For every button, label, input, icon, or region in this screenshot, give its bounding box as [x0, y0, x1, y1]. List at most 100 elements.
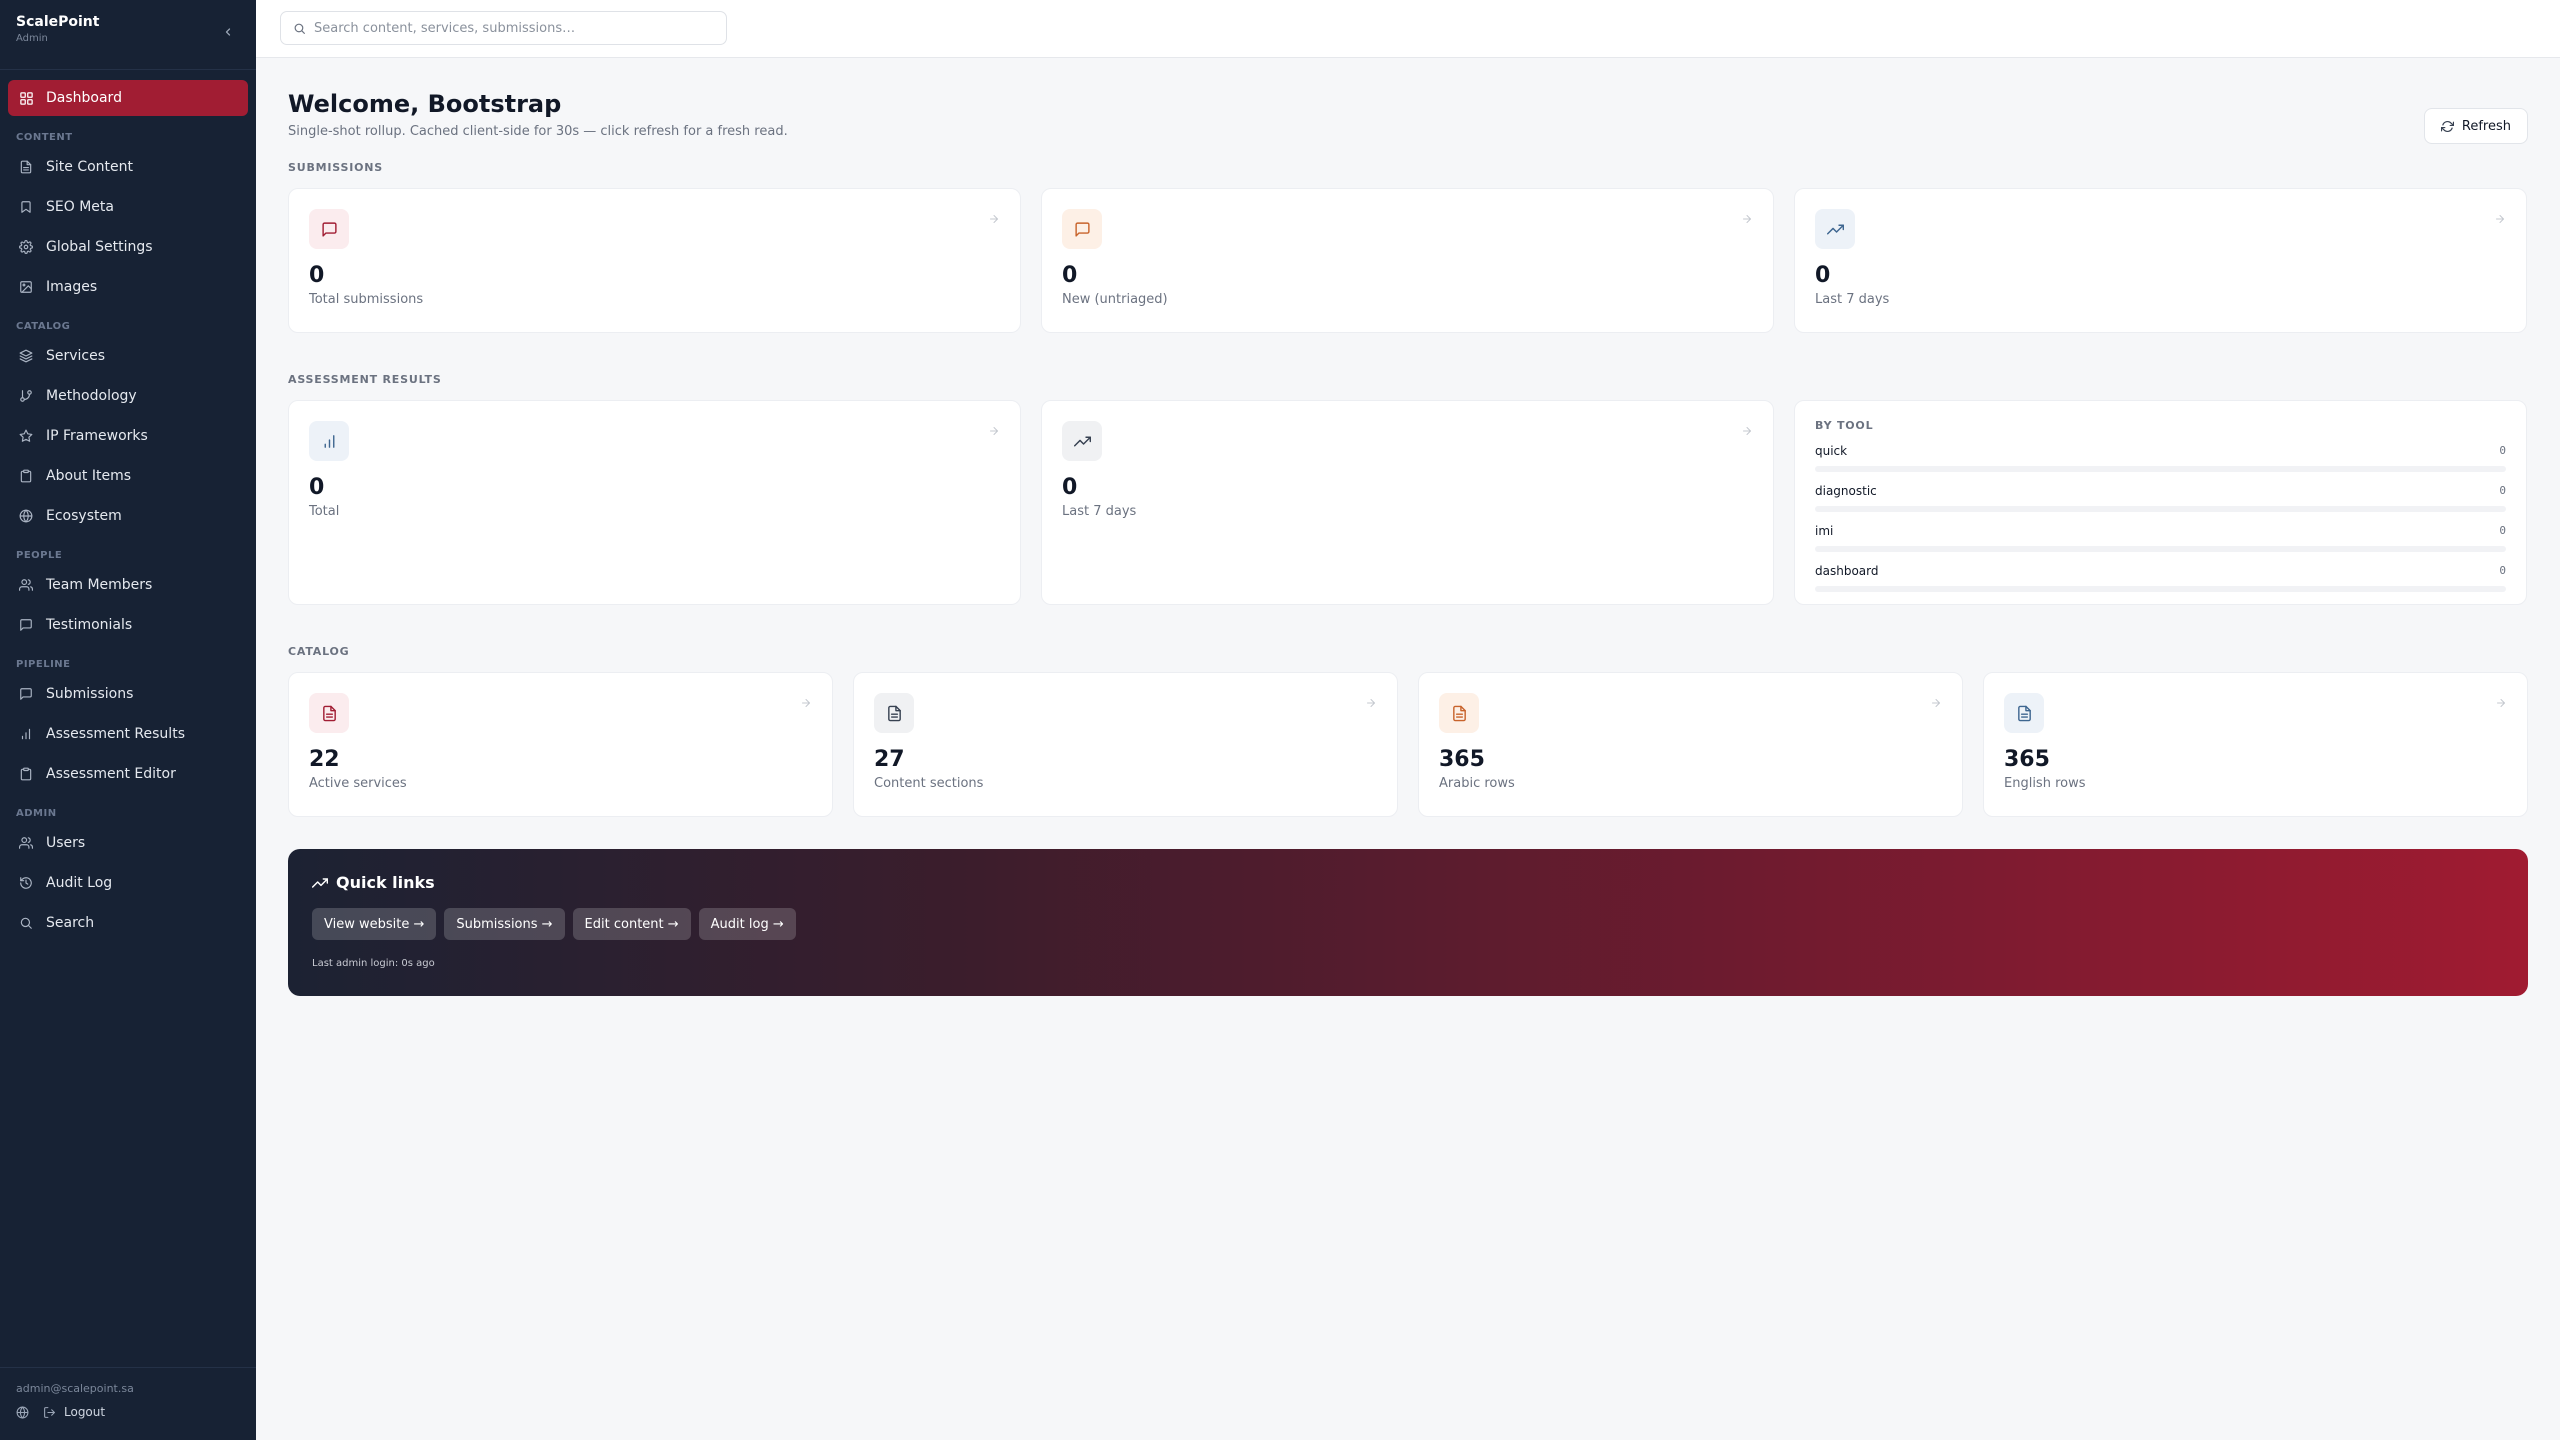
refresh-label: Refresh — [2461, 118, 2511, 134]
tool-row-quick: quick 0 — [1815, 444, 2506, 472]
sidebar-item-site-content[interactable]: Site Content — [8, 149, 248, 185]
section-title-assessment: Assessment Results — [288, 373, 442, 386]
search-box[interactable] — [280, 11, 727, 45]
nav-section-title: People — [16, 550, 63, 561]
section-title-catalog: Catalog — [288, 645, 350, 658]
users-icon — [18, 835, 34, 851]
sidebar-item-dashboard[interactable]: Dashboard — [8, 80, 248, 116]
refresh-button[interactable]: Refresh — [2423, 108, 2528, 144]
tool-progress-bar — [1815, 546, 2506, 552]
stat-value: 0 — [1062, 475, 1078, 500]
sidebar-item-label: SEO Meta — [46, 199, 114, 215]
stat-card-arabic-rows[interactable]: 365 Arabic rows — [1418, 672, 1963, 817]
sidebar-item-assessment-results[interactable]: Assessment Results — [8, 716, 248, 752]
nav-section-title: Content — [16, 132, 73, 143]
sidebar-item-ip-frameworks[interactable]: IP Frameworks — [8, 418, 248, 454]
file-text-icon — [874, 693, 914, 733]
quick-link-edit-content[interactable]: Edit content → — [572, 908, 691, 940]
sidebar: ScalePoint Admin Dashboard Content Site C… — [0, 0, 256, 1440]
message-icon — [1062, 209, 1102, 249]
stat-label: New (untriaged) — [1062, 292, 1168, 307]
tool-name: diagnostic — [1815, 484, 1877, 498]
sidebar-item-audit-log[interactable]: Audit Log — [8, 865, 248, 901]
tool-count: 0 — [2499, 484, 2506, 497]
tool-count: 0 — [2499, 524, 2506, 537]
tool-name: quick — [1815, 444, 1848, 458]
quick-link-submissions[interactable]: Submissions → — [444, 908, 565, 940]
sidebar-item-services[interactable]: Services — [8, 338, 248, 374]
sidebar-item-users[interactable]: Users — [8, 825, 248, 861]
bar-chart-icon — [309, 421, 349, 461]
sidebar-nav: Dashboard Content Site Content SEO Meta Glo… — [0, 70, 256, 1367]
sidebar-item-label: Services — [46, 348, 106, 364]
sidebar-item-seo-meta[interactable]: SEO Meta — [8, 189, 248, 225]
catalog-grid: 22 Active services 27 Content sections 365 Ar… — [288, 672, 2528, 817]
message-icon — [18, 617, 34, 633]
sidebar-item-team-members[interactable]: Team Members — [8, 567, 248, 603]
stat-card-active-services[interactable]: 22 Active services — [288, 672, 833, 817]
nav-section-title: Admin — [16, 808, 57, 819]
users-icon — [18, 577, 34, 593]
sidebar-item-label: Assessment Editor — [46, 766, 176, 782]
stat-label: English rows — [2004, 776, 2086, 791]
logout-button[interactable]: Logout — [43, 1405, 105, 1419]
file-text-icon — [309, 693, 349, 733]
language-globe-icon[interactable] — [16, 1405, 29, 1419]
stat-card-content-sections[interactable]: 27 Content sections — [853, 672, 1398, 817]
sidebar-item-about-items[interactable]: About Items — [8, 458, 248, 494]
arrow-right-icon — [1930, 697, 1942, 709]
sidebar-item-label: Audit Log — [46, 875, 113, 891]
stat-card-english-rows[interactable]: 365 English rows — [1983, 672, 2528, 817]
refresh-icon — [2440, 120, 2454, 132]
stat-card-total-submissions[interactable]: 0 Total submissions — [288, 188, 1021, 333]
quick-links-title: Quick links — [336, 873, 435, 892]
sidebar-item-global-settings[interactable]: Global Settings — [8, 229, 248, 265]
brand-role: Admin — [16, 33, 48, 44]
globe-icon — [18, 508, 34, 524]
sidebar-item-assessment-editor[interactable]: Assessment Editor — [8, 756, 248, 792]
sidebar-item-methodology[interactable]: Methodology — [8, 378, 248, 414]
topbar — [256, 0, 2560, 58]
section-title-submissions: Submissions — [288, 161, 384, 174]
stat-card-total[interactable]: 0 Total — [288, 400, 1021, 605]
last-login-note: Last admin login: 0s ago — [312, 958, 435, 969]
stat-label: Last 7 days — [1815, 292, 1890, 307]
clipboard-icon — [18, 766, 34, 782]
bookmark-icon — [18, 199, 34, 215]
sidebar-item-label: Users — [46, 835, 86, 851]
arrow-right-icon — [2494, 213, 2506, 225]
quick-link-view-website[interactable]: View website → — [312, 908, 437, 940]
sidebar-item-ecosystem[interactable]: Ecosystem — [8, 498, 248, 534]
stat-value: 0 — [1815, 263, 1831, 288]
by-tool-title: By tool — [1815, 419, 1874, 432]
sidebar-item-search[interactable]: Search — [8, 905, 248, 941]
by-tool-card: By tool quick 0 diagnostic 0 imi 0 dashboard 0 — [1794, 400, 2527, 605]
arrow-right-icon — [2495, 697, 2507, 709]
sidebar-item-label: Global Settings — [46, 239, 153, 255]
sidebar-item-submissions[interactable]: Submissions — [8, 676, 248, 712]
sidebar-item-label: Images — [46, 279, 98, 295]
logout-label: Logout — [64, 1405, 106, 1419]
grid-icon — [18, 90, 34, 106]
sidebar-item-label: Ecosystem — [46, 508, 122, 524]
arrow-right-icon — [1365, 697, 1377, 709]
stat-card-last-7-days[interactable]: 0 Last 7 days — [1041, 400, 1774, 605]
sidebar-item-label: Methodology — [46, 388, 137, 404]
message-icon — [18, 686, 34, 702]
collapse-sidebar-button[interactable] — [220, 24, 236, 40]
stat-card-last-7-days[interactable]: 0 Last 7 days — [1794, 188, 2527, 333]
sidebar-item-label: Search — [46, 915, 95, 931]
clipboard-icon — [18, 468, 34, 484]
history-icon — [18, 875, 34, 891]
stat-value: 22 — [309, 747, 340, 772]
sidebar-item-testimonials[interactable]: Testimonials — [8, 607, 248, 643]
sidebar-item-images[interactable]: Images — [8, 269, 248, 305]
tool-row-dashboard: dashboard 0 — [1815, 564, 2506, 592]
stat-card-new-untriaged[interactable]: 0 New (untriaged) — [1041, 188, 1774, 333]
layers-icon — [18, 348, 34, 364]
search-input[interactable] — [314, 20, 714, 36]
quick-link-audit-log[interactable]: Audit log → — [698, 908, 796, 940]
page-subtitle: Single-shot rollup. Cached client-side f… — [288, 124, 788, 139]
file-text-icon — [1439, 693, 1479, 733]
message-icon — [309, 209, 349, 249]
